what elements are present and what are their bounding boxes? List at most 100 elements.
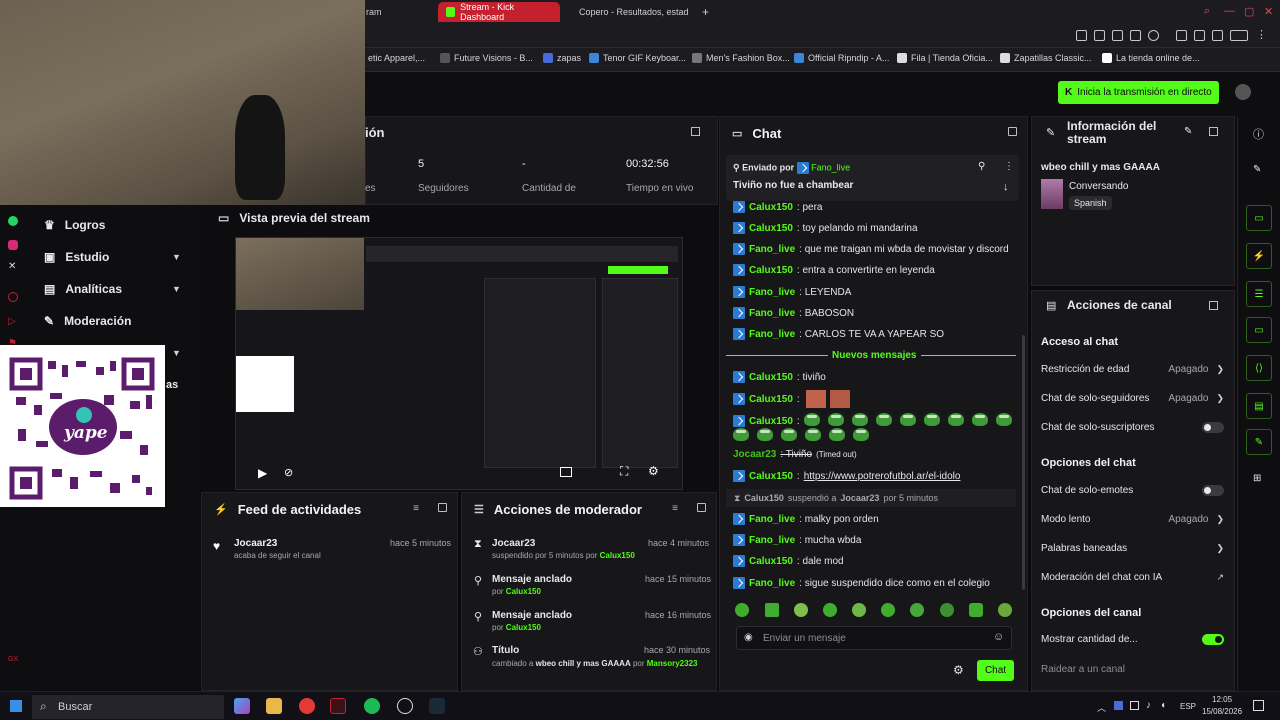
chat-message[interactable]: Fano_live: CARLOS TE VA A YAPEAR SO: [733, 328, 944, 340]
stream-preview-video[interactable]: ▶ ⊘ ⛶ ⚙: [235, 237, 683, 490]
chat-message[interactable]: Fano_live: malky pon orden: [733, 513, 879, 525]
tray-up-icon[interactable]: ︿: [1097, 701, 1106, 714]
chat-message[interactable]: Fano_live: sigue suspendido dice como en…: [733, 577, 990, 589]
bookmark[interactable]: Future Visions - B...: [440, 53, 533, 63]
sidebar-item-moderacion[interactable]: ✎ Moderación: [44, 314, 131, 328]
heart-icon[interactable]: [1148, 30, 1159, 41]
search-tabs-icon[interactable]: ⌕: [1204, 5, 1210, 18]
share-icon[interactable]: [1194, 30, 1205, 41]
steam-icon[interactable]: [429, 698, 445, 714]
rail-wrench-button[interactable]: ✎: [1246, 429, 1272, 455]
avatar[interactable]: [1235, 84, 1251, 100]
opera-gx-icon[interactable]: [330, 698, 346, 714]
ai-moderation-setting[interactable]: Moderación del chat con IA ↗: [1041, 572, 1224, 583]
emoji-icon[interactable]: ☺: [993, 631, 1004, 643]
tab-kick-dashboard[interactable]: Stream - Kick Dashboard: [438, 2, 560, 22]
subs-only-setting[interactable]: Chat de solo-suscriptores: [1041, 422, 1224, 433]
chat-message[interactable]: Fano_live: BABOSON: [733, 307, 854, 319]
close-icon[interactable]: ✕: [1264, 5, 1273, 18]
play-icon[interactable]: [1130, 30, 1141, 41]
bookmark[interactable]: La tienda online de...: [1102, 53, 1200, 63]
chat-message[interactable]: Calux150: https://www.potrerofutbol.ar/e…: [733, 470, 960, 482]
emote-icon[interactable]: [765, 603, 779, 617]
chrome-icon[interactable]: [299, 698, 315, 714]
bookmark[interactable]: Fila | Tienda Oficia...: [897, 53, 993, 63]
show-count-toggle[interactable]: [1202, 634, 1224, 645]
unpin-icon[interactable]: ⚲: [978, 161, 985, 172]
emote-icon[interactable]: [823, 603, 837, 617]
edit-icon[interactable]: ✎: [1253, 164, 1261, 175]
chat-message[interactable]: Calux150: pera: [733, 201, 823, 213]
emote-icon[interactable]: [794, 603, 808, 617]
ai-icon[interactable]: [1230, 30, 1248, 41]
chat-input[interactable]: ◉ Enviar un mensaje ☺: [736, 626, 1012, 650]
folder-icon[interactable]: [266, 698, 282, 714]
bookmark[interactable]: etic Apparel,...: [368, 53, 425, 63]
sidebar-item-estudio[interactable]: ▣ Estudio: [44, 250, 109, 264]
chat-message[interactable]: Calux150: toy pelando mi mandarina: [733, 222, 918, 234]
language-indicator[interactable]: ESP: [1180, 702, 1196, 711]
popout-icon[interactable]: [697, 503, 706, 512]
filter-icon[interactable]: ≡: [672, 503, 678, 514]
maximize-icon[interactable]: ▢: [1244, 5, 1254, 18]
fullscreen-icon[interactable]: ⛶: [620, 464, 628, 479]
obs-icon[interactable]: [397, 698, 413, 714]
info-icon[interactable]: ⓘ: [1253, 126, 1264, 142]
menu-icon[interactable]: ⋮: [1256, 28, 1267, 41]
chat-message[interactable]: Calux150: dale mod: [733, 555, 844, 567]
chat-message[interactable]: Fano_live: mucha wbda: [733, 534, 861, 546]
clock-time[interactable]: 12:05: [1212, 695, 1232, 704]
extensions-icon[interactable]: [1176, 30, 1187, 41]
download-icon[interactable]: [1212, 30, 1223, 41]
play-icon[interactable]: ▶: [258, 466, 267, 480]
emotes-only-toggle[interactable]: [1202, 485, 1224, 496]
pip-icon[interactable]: [560, 467, 572, 477]
emote-icon[interactable]: [881, 603, 895, 617]
chat-settings-icon[interactable]: ⚙: [953, 663, 964, 677]
rail-bolt-button[interactable]: ⚡: [1246, 243, 1272, 269]
copilot-icon[interactable]: [234, 698, 250, 714]
taskbar-search[interactable]: ⌕ Buscar: [32, 695, 224, 719]
followers-only-setting[interactable]: Chat de solo-seguidores Apagado ❯: [1041, 393, 1224, 404]
emote-icon[interactable]: [998, 603, 1012, 617]
mic-icon[interactable]: ♪: [1146, 700, 1151, 711]
popout-icon[interactable]: [1209, 127, 1218, 136]
bookmark[interactable]: Tenor GIF Keyboar...: [589, 53, 686, 63]
minimize-icon[interactable]: —: [1224, 5, 1235, 17]
subs-only-toggle[interactable]: [1202, 422, 1224, 433]
new-tab-button[interactable]: +: [694, 2, 717, 22]
popout-icon[interactable]: [691, 127, 700, 136]
slow-mode-setting[interactable]: Modo lento Apagado ❯: [1041, 514, 1224, 525]
notifications-icon[interactable]: [1253, 700, 1264, 711]
clock-date[interactable]: 15/08/2026: [1202, 707, 1242, 716]
sidebar-item-analiticas[interactable]: ▤ Analíticas: [44, 282, 122, 296]
pinned-message[interactable]: ⚲ Enviado por Fano_live Tiviño no fue a …: [726, 155, 1019, 201]
chat-link[interactable]: https://www.potrerofutbol.ar/el-idolo: [804, 471, 961, 482]
show-count-setting[interactable]: Mostrar cantidad de...: [1041, 634, 1224, 645]
emote-icon[interactable]: [852, 603, 866, 617]
popout-icon[interactable]: [438, 503, 447, 512]
emote-icon[interactable]: [910, 603, 924, 617]
chat-message[interactable]: Calux150: tiviño: [733, 371, 826, 383]
sidebar-item-logros[interactable]: ♛ Logros: [44, 218, 105, 232]
chat-message[interactable]: Fano_live: que me traigan mi wbda de mov…: [733, 243, 1009, 255]
mute-icon[interactable]: ⊘: [284, 466, 293, 479]
tab-copero[interactable]: Copero - Resultados, estad: [566, 2, 694, 22]
popout-icon[interactable]: [1209, 301, 1218, 310]
rail-chat-button[interactable]: ▭: [1246, 317, 1272, 343]
chat-message[interactable]: Calux150:: [733, 390, 850, 408]
popout-icon[interactable]: [1008, 127, 1017, 136]
arrow-down-icon[interactable]: ↓: [1003, 181, 1009, 193]
chat-message[interactable]: Calux150: entra a convertirte en leyenda: [733, 264, 935, 276]
go-live-button[interactable]: K Inicia la transmisión en directo: [1058, 81, 1219, 104]
bookmark[interactable]: Official Ripndip - A...: [794, 53, 889, 63]
age-restriction-setting[interactable]: Restricción de edad Apagado ❯: [1041, 364, 1224, 375]
banned-words-setting[interactable]: Palabras baneadas ❯: [1041, 543, 1224, 554]
settings-icon[interactable]: ⚙: [648, 464, 659, 478]
volume-icon[interactable]: ◖: [1160, 700, 1166, 711]
chat-scrollbar[interactable]: [1022, 335, 1025, 590]
tray-app-icon[interactable]: [1114, 701, 1123, 710]
pin-icon[interactable]: [1076, 30, 1087, 41]
spotify-icon[interactable]: [364, 698, 380, 714]
windows-start-icon[interactable]: [10, 700, 22, 712]
